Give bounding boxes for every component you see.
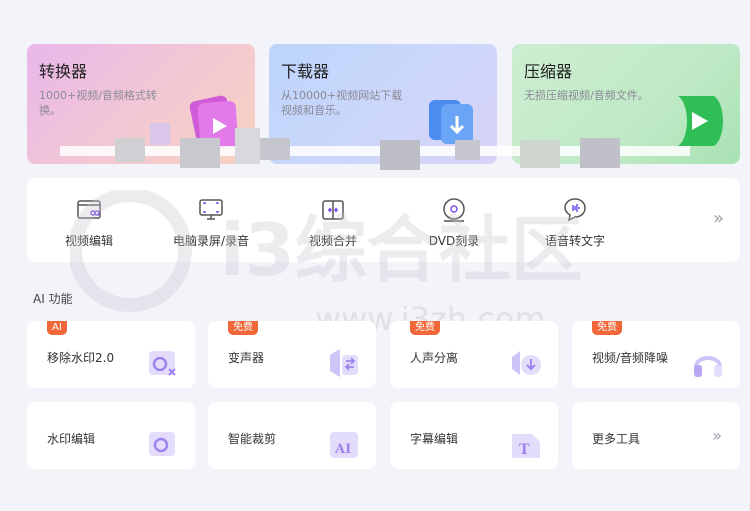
tool-smart-crop[interactable]: 智能裁剪 AI [208, 402, 376, 469]
tool-label: 视频/音频降噪 [592, 351, 669, 365]
free-badge: 免费 [592, 321, 622, 335]
quick-item-dvd-burn[interactable]: DVD刻录 [399, 196, 509, 249]
screen-record-icon [199, 199, 223, 220]
ai-section-title: AI 功能 [33, 292, 73, 306]
vocal-separation-icon [512, 351, 541, 375]
quick-tools-bar: 视频编辑 电脑录屏/录音 视频合并 DVD刻录 语音转文字 » [27, 178, 740, 262]
converter-icon [189, 95, 239, 149]
free-badge: 免费 [228, 321, 258, 335]
compressor-icon [678, 96, 723, 146]
tool-watermark-edit[interactable]: 水印编辑 [27, 402, 195, 469]
downloader-title: 下载器 [281, 62, 330, 81]
quick-item-label: 视频编辑 [64, 234, 113, 248]
downloader-card[interactable]: 下载器 从10000+视频网站下载视频和音乐。 [269, 44, 497, 164]
downloader-desc: 从10000+视频网站下载视频和音乐。 [281, 89, 403, 117]
quick-item-video-merge[interactable]: 视频合并 [278, 196, 388, 249]
tool-label: 智能裁剪 [228, 432, 277, 446]
subtitle-edit-icon: T [512, 434, 540, 458]
ai-badge: AI [47, 321, 67, 335]
quick-item-screen-record[interactable]: 电脑录屏/录音 [156, 196, 266, 249]
tool-label: 人声分离 [410, 351, 459, 365]
voice-changer-icon [330, 349, 358, 377]
tool-vocal-separation[interactable]: 免费 人声分离 [390, 321, 558, 388]
compressor-desc: 无损压缩视频/音频文件。 [524, 89, 649, 102]
downloader-icon [429, 100, 473, 144]
quick-tools-more-arrow[interactable]: » [713, 208, 724, 229]
converter-card[interactable]: 转换器 1000+视频/音频格式转换。 [27, 44, 255, 164]
free-badge: 免费 [410, 321, 440, 335]
quick-item-speech-to-text[interactable]: 语音转文字 [520, 196, 630, 249]
tool-label: 变声器 [228, 351, 265, 365]
compressor-card[interactable]: 压缩器 无损压缩视频/音频文件。 [512, 44, 740, 164]
video-edit-icon [77, 200, 101, 219]
quick-item-label: 电脑录屏/录音 [172, 234, 250, 248]
quick-item-label: DVD刻录 [428, 234, 480, 248]
quick-item-video-edit[interactable]: 视频编辑 [34, 196, 144, 249]
tool-voice-changer[interactable]: 免费 变声器 [208, 321, 376, 388]
tool-label: 更多工具 [592, 432, 641, 446]
tool-remove-watermark[interactable]: AI 移除水印2.0 [27, 321, 195, 388]
smart-crop-icon: AI [330, 432, 358, 458]
tool-label: 移除水印2.0 [47, 351, 115, 365]
tool-subtitle-edit[interactable]: 字幕编辑 T [390, 402, 558, 469]
svg-text:AI: AI [334, 442, 351, 457]
compressor-title: 压缩器 [524, 62, 573, 81]
dvd-burn-icon [443, 198, 465, 222]
tool-more-tools[interactable]: 更多工具 » [572, 402, 740, 469]
video-merge-icon [322, 200, 344, 220]
chevron-right-icon: » [712, 426, 722, 445]
tool-label: 水印编辑 [47, 432, 96, 446]
tool-label: 字幕编辑 [410, 432, 459, 446]
quick-item-label: 视频合并 [308, 234, 357, 248]
converter-desc: 1000+视频/音频格式转换。 [39, 89, 157, 117]
tool-noise-reduction[interactable]: 免费 视频/音频降噪 [572, 321, 740, 388]
quick-item-label: 语音转文字 [544, 234, 605, 248]
converter-title: 转换器 [39, 62, 88, 81]
svg-text:T: T [519, 442, 530, 458]
headphones-icon [694, 356, 722, 377]
watermark-edit-icon [149, 432, 175, 456]
speech-to-text-icon [564, 198, 586, 222]
remove-watermark-icon [149, 351, 176, 376]
